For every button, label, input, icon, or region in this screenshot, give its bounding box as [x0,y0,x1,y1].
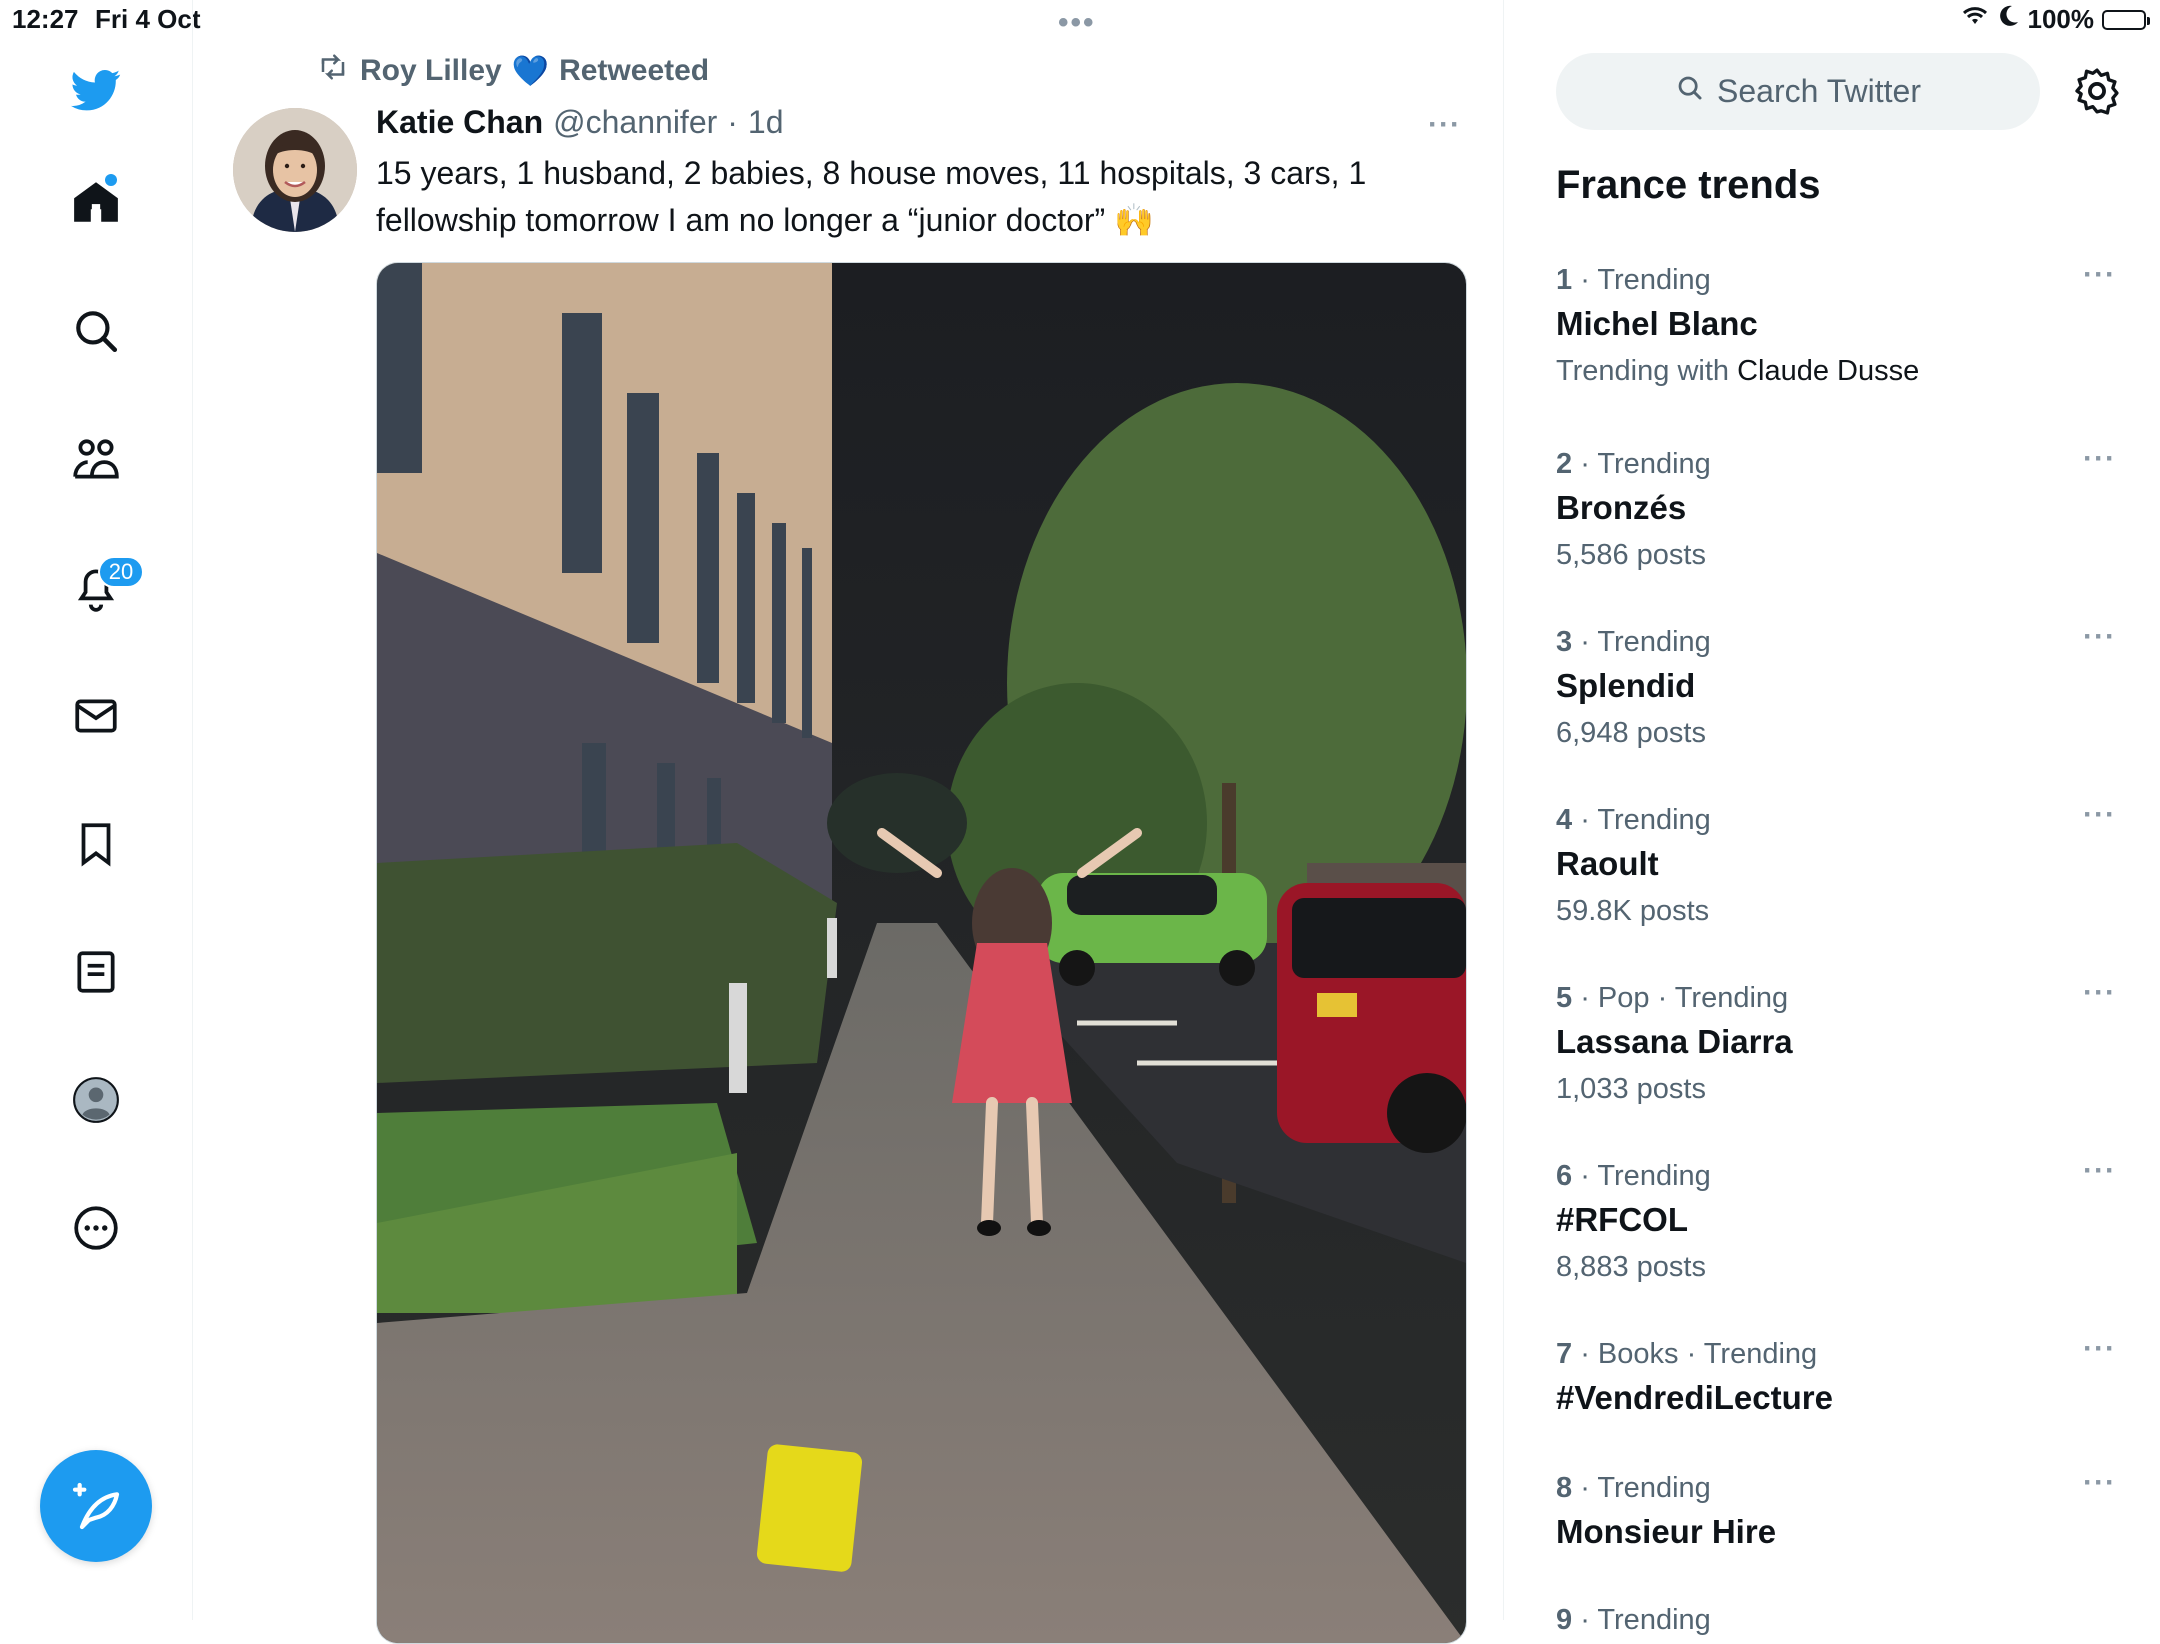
trend-title: Bronzés [1556,489,1687,526]
search-placeholder: Search Twitter [1717,73,1921,109]
retweet-icon [316,52,350,90]
communities-icon[interactable] [62,426,130,494]
trend-title: Lassana Diarra [1556,1023,1793,1060]
status-indicators: 100% [1960,4,2150,35]
compose-tweet-button[interactable] [40,1450,152,1562]
trend-item[interactable]: 8 · Trending Monsieur Hire ··· [1556,1466,2116,1551]
trend-item[interactable]: 4 · Trending Raoult 59.8K posts ··· [1556,798,2116,928]
trend-more-button[interactable]: ··· [2083,442,2116,476]
trend-title: #VendrediLecture [1556,1379,1833,1416]
trend-more-button[interactable]: ··· [2083,258,2116,292]
settings-gear-icon[interactable] [2072,66,2122,116]
messages-icon[interactable] [62,682,130,750]
trend-meta: 9 · Trending [1556,1604,1711,1636]
profile-avatar-icon[interactable] [62,1066,130,1134]
trend-post-count: 1,033 posts [1556,1073,1706,1105]
retweeted-label: Retweeted [559,54,710,87]
trend-meta: 6 · Trending [1556,1160,1711,1192]
trend-title: Raoult [1556,845,1659,882]
header-separator: · [727,104,738,140]
trend-post-count: 8,883 posts [1556,1251,1706,1283]
trend-subtitle: Trending with Claude Dusse [1556,355,1920,387]
author-name[interactable]: Katie Chan [376,104,543,141]
battery-icon [2102,9,2150,30]
trend-meta: 7 · Books · Trending [1556,1338,1818,1370]
author-avatar[interactable] [233,108,357,232]
trend-meta: 3 · Trending [1556,626,1711,658]
trend-item[interactable]: 1 · Trending Michel Blanc Trending with … [1556,258,2116,388]
trend-item[interactable]: 2 · Trending Bronzés 5,586 posts ··· [1556,442,2116,572]
battery-percent: 100% [2027,4,2095,34]
tweet-age[interactable]: 1d [748,104,784,141]
trend-item[interactable]: 3 · Trending Splendid 6,948 posts ··· [1556,620,2116,750]
more-options-icon[interactable] [62,1194,130,1262]
trend-post-count: 6,948 posts [1556,717,1706,749]
trend-meta: 5 · Pop · Trending [1556,982,1789,1014]
search-icon[interactable] [62,297,130,365]
trend-more-button[interactable]: ··· [2083,1154,2116,1188]
trend-more-button[interactable]: ··· [2083,620,2116,654]
trend-meta: 1 · Trending [1556,264,1711,296]
tweet-header: Katie Chan @channifer · 1d [376,104,784,141]
trend-more-button[interactable]: ··· [2083,1332,2116,1366]
retweet-context[interactable]: Roy Lilley 💙 Retweeted [316,52,709,90]
lists-icon[interactable] [62,938,130,1006]
trend-post-count: 5,586 posts [1556,539,1706,571]
tweet-more-button[interactable]: ··· [1428,108,1461,142]
home-icon[interactable] [62,168,130,236]
timeline: Roy Lilley 💙 Retweeted Katie Chan @chann… [193,0,1504,1644]
left-navigation: 20 [0,0,193,1620]
trend-item[interactable]: 7 · Books · Trending #VendrediLecture ··… [1556,1332,2116,1417]
trend-item[interactable]: 6 · Trending #RFCOL 8,883 posts ··· [1556,1154,2116,1284]
trend-more-button[interactable]: ··· [2083,1466,2116,1500]
trend-item[interactable]: 5 · Pop · Trending Lassana Diarra 1,033 … [1556,976,2116,1106]
blue-heart-emoji: 💙 [511,54,550,88]
trend-item[interactable]: 9 · Trending [1556,1604,2116,1637]
trend-title: Splendid [1556,667,1696,704]
trend-post-count: 59.8K posts [1556,895,1710,927]
bookmarks-icon[interactable] [62,810,130,878]
trend-meta: 2 · Trending [1556,448,1711,480]
search-field[interactable]: Search Twitter [1556,53,2040,130]
trend-more-button[interactable]: ··· [2083,798,2116,832]
wifi-icon [1960,4,1990,35]
trend-title: Monsieur Hire [1556,1513,1777,1550]
tweet-photo[interactable] [376,262,1467,1644]
author-handle[interactable]: @channifer [553,104,717,141]
twitter-logo-icon[interactable] [62,56,130,124]
trend-title: Michel Blanc [1556,305,1758,342]
trend-meta: 8 · Trending [1556,1472,1711,1504]
trend-more-button[interactable]: ··· [2083,976,2116,1010]
moon-icon [1998,4,2020,35]
trend-meta: 4 · Trending [1556,804,1711,836]
retweeted-by-name[interactable]: Roy Lilley [360,54,502,88]
notifications-badge: 20 [98,556,144,588]
trend-title: #RFCOL [1556,1201,1688,1238]
search-icon [1675,73,1705,111]
compose-feather-icon [72,1482,120,1530]
tweet-text: 15 years, 1 husband, 2 babies, 8 house m… [376,155,1367,238]
trends-title: France trends [1556,163,1821,207]
home-unread-dot [105,174,117,186]
